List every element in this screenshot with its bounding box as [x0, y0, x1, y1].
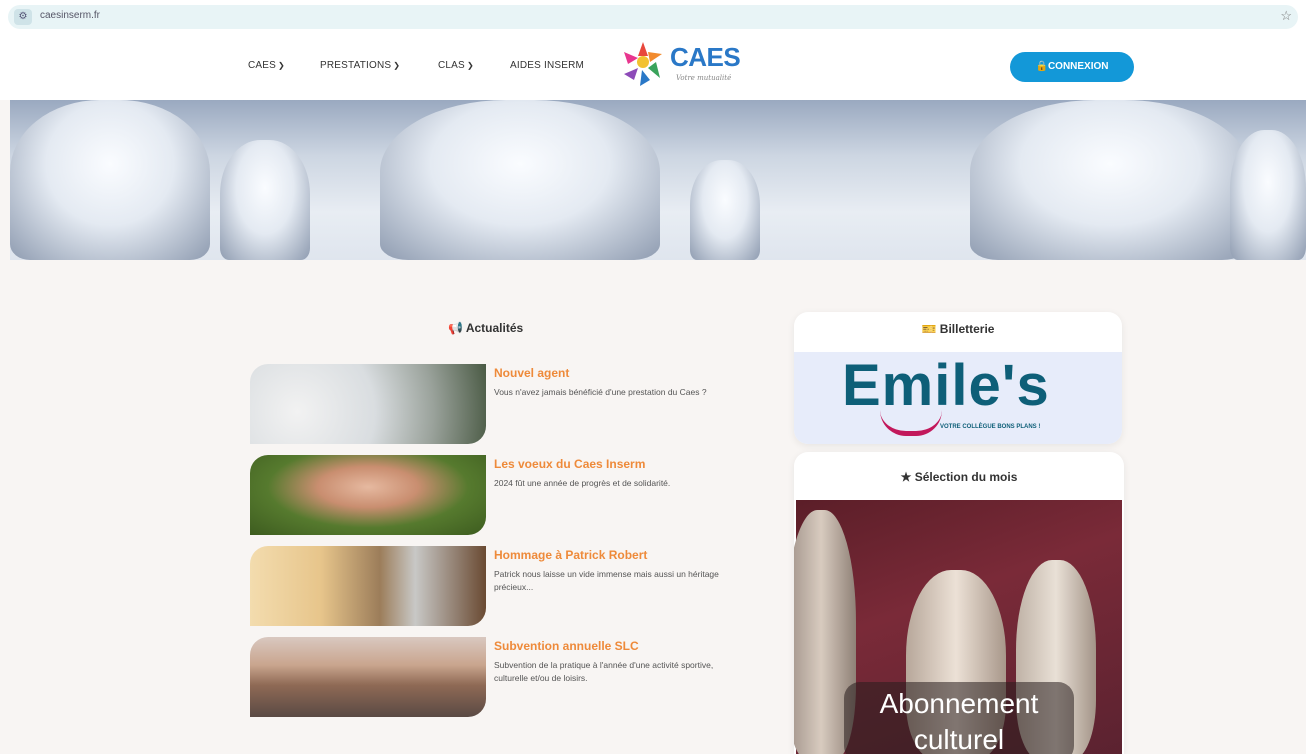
nav-item-label: CAES — [248, 60, 277, 71]
logo-text: CAES — [670, 42, 741, 72]
selection-title-text: Sélection du mois — [914, 470, 1018, 484]
logo-emblem-icon — [624, 42, 662, 86]
news-item-desc: Subvention de la pratique à l'année d'un… — [494, 660, 714, 683]
nav-item-caes[interactable]: CAES ❯ — [248, 60, 285, 71]
selection-card[interactable]: ★ Sélection du mois Abonnement culturel — [794, 452, 1124, 754]
billetterie-title: 🎫 Billetterie — [794, 322, 1122, 336]
login-label: CONNEXION — [1047, 61, 1109, 72]
logo-tagline: Votre mutualité — [676, 74, 732, 82]
news-item-desc: Vous n'avez jamais bénéficié d'une prest… — [494, 387, 707, 397]
smile-icon — [880, 410, 942, 436]
snow-tree — [220, 140, 310, 260]
chevron-down-icon: ❯ — [278, 61, 285, 70]
hero-banner-snow-forest — [10, 100, 1306, 260]
news-item[interactable]: Hommage à Patrick Robert Patrick nous la… — [250, 546, 750, 626]
snow-tree — [380, 100, 660, 260]
caes-logo[interactable]: CAES Votre mutualité — [620, 40, 750, 92]
news-thumb-image[interactable] — [250, 546, 486, 626]
billetterie-title-text: Billetterie — [939, 322, 995, 336]
url-text[interactable]: caesinserm.fr — [40, 10, 100, 21]
address-bar[interactable]: ⚙ caesinserm.fr ☆ — [8, 5, 1298, 29]
news-item-desc: 2024 fût une année de progrès et de soli… — [494, 478, 671, 488]
nav-item-label: PRESTATIONS — [320, 60, 392, 71]
browser-bar: ⚙ caesinserm.fr ☆ — [0, 0, 1306, 34]
news-thumb-image[interactable] — [250, 637, 486, 717]
news-section-title: 📢 Actualités — [448, 321, 523, 335]
nav-item-aides-inserm[interactable]: AIDES INSERM — [510, 60, 584, 71]
news-item[interactable]: Nouvel agent Vous n'avez jamais bénéfici… — [250, 364, 750, 444]
login-button[interactable]: 🔒CONNEXION — [1010, 52, 1134, 82]
site-nav: CAES ❯ PRESTATIONS ❯ CLAS ❯ AIDES INSERM CA… — [0, 34, 1306, 100]
news-thumb-image[interactable] — [250, 455, 486, 535]
site-info-icon[interactable]: ⚙ — [14, 9, 32, 25]
abonnement-label: Abonnement culturel — [844, 682, 1074, 754]
megaphone-icon: 📢 — [448, 321, 463, 335]
bookmark-star-icon[interactable]: ☆ — [1280, 8, 1292, 24]
news-thumb-image[interactable] — [250, 364, 486, 444]
snow-tree — [10, 100, 210, 260]
emiles-logo-text: Emile's — [842, 353, 1050, 418]
emiles-tagline: VOTRE COLLÈGUE BONS PLANS ! — [940, 424, 1041, 430]
nav-item-label: AIDES INSERM — [510, 60, 585, 71]
news-item-title[interactable]: Hommage à Patrick Robert — [494, 548, 647, 562]
news-item-title[interactable]: Subvention annuelle SLC — [494, 639, 639, 653]
selection-title: ★ Sélection du mois — [794, 470, 1124, 484]
ticket-icon: 🎫 — [921, 322, 937, 336]
snow-tree — [970, 100, 1250, 260]
chevron-down-icon: ❯ — [393, 61, 401, 70]
news-item-title[interactable]: Nouvel agent — [494, 366, 569, 380]
selection-image-busts[interactable]: Abonnement culturel — [794, 500, 1122, 754]
lock-icon: 🔒 — [1035, 61, 1048, 72]
nav-item-clas[interactable]: CLAS ❯ — [438, 60, 474, 71]
nav-item-label: CLAS — [438, 60, 465, 71]
snow-tree — [1230, 130, 1306, 260]
news-item[interactable]: Subvention annuelle SLC Subvention de la… — [250, 637, 750, 717]
billetterie-card[interactable]: 🎫 Billetterie Emile's VOTRE COLLÈGUE BON… — [794, 312, 1122, 444]
chevron-down-icon: ❯ — [466, 61, 474, 70]
news-item-title[interactable]: Les voeux du Caes Inserm — [494, 457, 645, 471]
nav-item-prestations[interactable]: PRESTATIONS ❯ — [320, 60, 400, 71]
news-item[interactable]: Les voeux du Caes Inserm 2024 fût une an… — [250, 455, 750, 535]
news-item-desc: Patrick nous laisse un vide immense mais… — [494, 569, 719, 592]
emiles-banner[interactable]: Emile's VOTRE COLLÈGUE BONS PLANS ! — [794, 352, 1122, 444]
snow-tree — [690, 160, 760, 260]
star-icon: ★ — [900, 470, 912, 484]
news-title-text: Actualités — [465, 321, 524, 335]
